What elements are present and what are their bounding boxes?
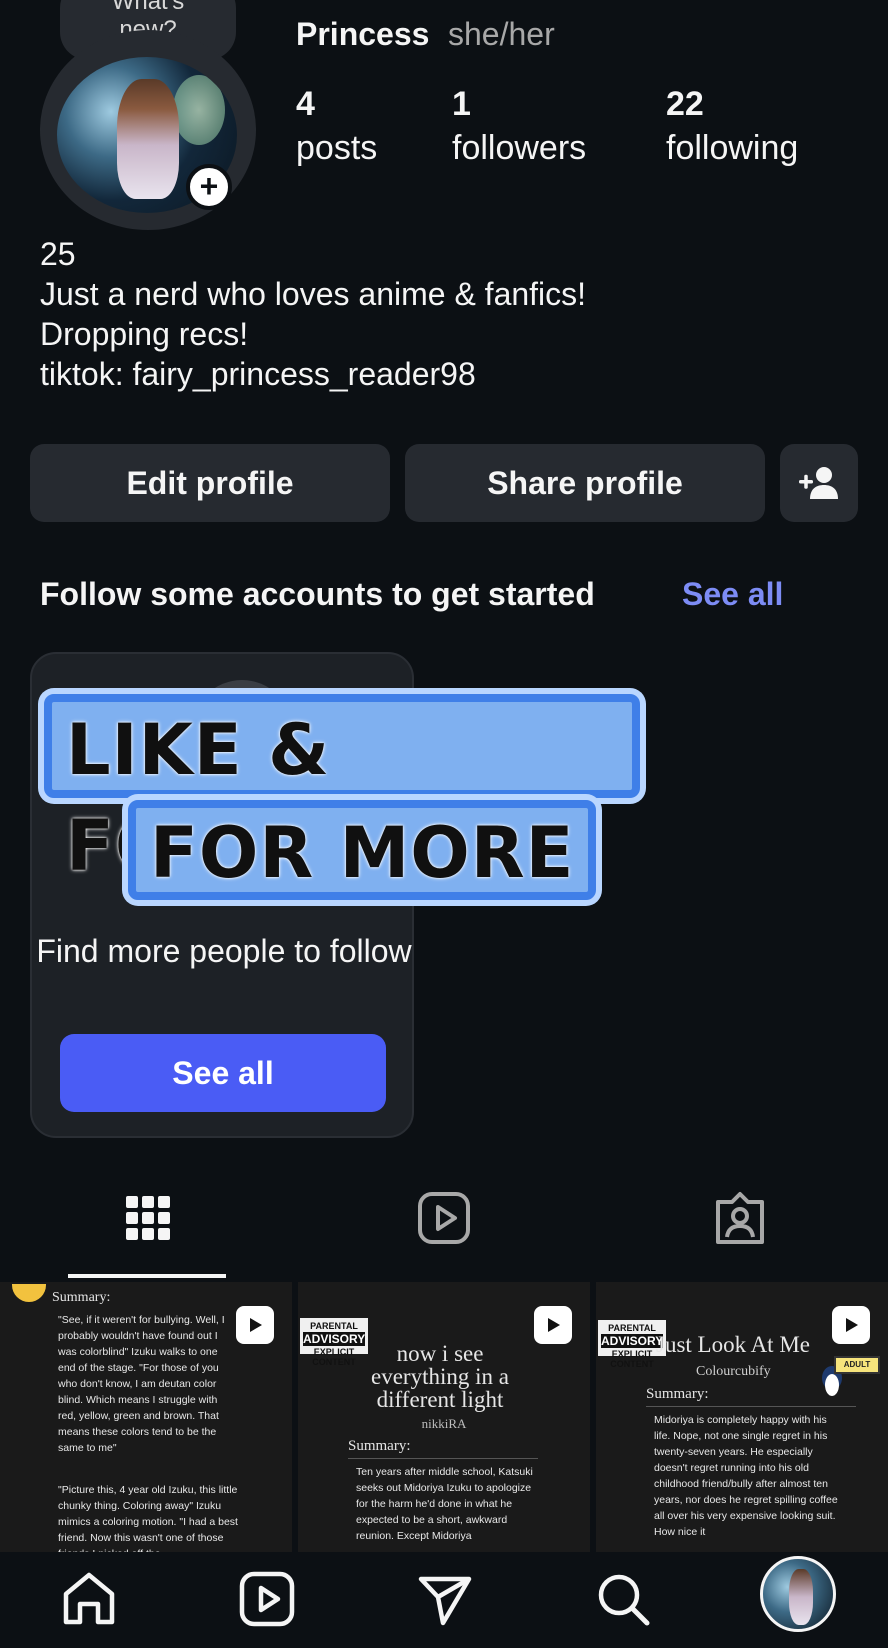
edit-profile-button[interactable]: Edit profile — [30, 444, 390, 522]
stat-following[interactable]: 22 following — [666, 82, 798, 170]
post-summary-heading: Summary: — [348, 1438, 411, 1454]
adult-badge: ADULT — [834, 1356, 880, 1374]
suggestions-title: Follow some accounts to get started — [40, 576, 595, 612]
post-author: Colourcubify — [696, 1364, 771, 1379]
play-icon — [250, 1318, 262, 1332]
stat-following-value: 22 — [666, 85, 704, 123]
profile-bio: 25 Just a nerd who loves anime & fanfics… — [40, 234, 586, 394]
bio-line: Just a nerd who loves anime & fanfics! — [40, 276, 587, 312]
avatar-figure — [117, 79, 179, 199]
post-author: nikkiRA — [421, 1416, 467, 1431]
post-summary-heading: Summary: — [52, 1290, 111, 1305]
add-story-icon[interactable]: + — [186, 164, 232, 210]
profile-name: Princess — [296, 16, 430, 52]
stat-followers-value: 1 — [452, 85, 471, 123]
post-summary-body: "See, if it weren't for bullying. Well, … — [58, 1314, 225, 1454]
stat-followers[interactable]: 1 followers — [452, 82, 586, 170]
nav-home[interactable] — [56, 1566, 122, 1632]
tab-reels[interactable] — [414, 1188, 474, 1248]
active-tab-indicator — [68, 1274, 226, 1278]
search-icon — [598, 1574, 650, 1626]
stat-followers-label: followers — [452, 129, 587, 167]
bio-line: Dropping recs! — [40, 316, 249, 352]
nav-reels[interactable] — [234, 1566, 300, 1632]
post-summary-heading: Summary: — [646, 1386, 709, 1402]
post-title: now i see everything in a different ligh… — [371, 1341, 509, 1412]
nav-messages[interactable] — [412, 1566, 478, 1632]
stat-following-label: following — [666, 129, 799, 167]
sticker-line1: LIKE & FOLLOW — [44, 694, 640, 887]
person-add-icon — [799, 467, 838, 499]
home-icon — [63, 1572, 115, 1625]
send-icon — [418, 1576, 472, 1626]
nav-search[interactable] — [590, 1566, 656, 1632]
nav-profile-avatar[interactable] — [760, 1556, 836, 1632]
avatar-figure — [789, 1569, 813, 1625]
like-follow-sticker: LIKE & FOLLOW FOR MORE — [40, 690, 640, 910]
play-icon — [548, 1318, 560, 1332]
post-divider — [348, 1458, 538, 1459]
post-divider — [646, 1406, 856, 1407]
post-tile[interactable]: PARENTAL ADVISORY EXPLICIT CONTENT Just … — [596, 1282, 888, 1552]
avatar-wing — [173, 75, 225, 145]
profile-page: What's new? + Princess she/her 4 posts 1… — [0, 0, 888, 1648]
bottom-nav — [0, 1552, 888, 1648]
post-reel-badge — [832, 1306, 870, 1344]
reels-icon — [418, 1192, 470, 1244]
post-grid: Summary: "See, if it weren't for bullyin… — [0, 1282, 888, 1552]
tab-posts-grid[interactable] — [118, 1188, 178, 1248]
sticker-line2: FOR MORE — [128, 800, 597, 900]
stat-posts[interactable]: 4 posts — [296, 82, 377, 170]
reels-icon — [239, 1571, 295, 1627]
bio-link[interactable]: tiktok: fairy_princess_reader98 — [40, 354, 586, 394]
post-summary-body: Midoriya is completely happy with his li… — [654, 1414, 838, 1538]
discover-people-button[interactable] — [780, 444, 858, 522]
post-tile[interactable]: Summary: "See, if it weren't for bullyin… — [0, 1282, 292, 1552]
post-summary-body: Ten years after middle school, Katsuki s… — [356, 1466, 533, 1542]
post-reel-badge — [534, 1306, 572, 1344]
post-sun-emoji — [12, 1284, 46, 1302]
suggestion-see-all-button[interactable]: See all — [60, 1034, 386, 1112]
grid-icon — [126, 1196, 170, 1240]
post-summary-body: "Picture this, 4 year old Izuku, this li… — [58, 1484, 238, 1552]
profile-pronouns: she/her — [448, 16, 555, 52]
play-icon — [846, 1318, 858, 1332]
advisory-bottom: EXPLICIT CONTENT — [610, 1349, 654, 1369]
bio-line: 25 — [40, 236, 76, 272]
advisory-mid: ADVISORY — [601, 1334, 664, 1348]
suggestion-card-text: Find more people to follow — [36, 933, 412, 969]
stat-posts-label: posts — [296, 129, 378, 167]
share-profile-button[interactable]: Share profile — [405, 444, 765, 522]
suggestions-see-all-link[interactable]: See all — [682, 576, 783, 613]
advisory-top: PARENTAL — [310, 1321, 358, 1331]
tab-tagged[interactable] — [710, 1188, 770, 1248]
advisory-top: PARENTAL — [608, 1323, 656, 1333]
post-tile[interactable]: PARENTAL ADVISORY EXPLICIT CONTENT now i… — [298, 1282, 590, 1552]
post-reel-badge — [236, 1306, 274, 1344]
tagged-icon — [716, 1192, 764, 1244]
post-title: Just Look At Me — [656, 1332, 810, 1357]
stat-posts-value: 4 — [296, 85, 315, 123]
